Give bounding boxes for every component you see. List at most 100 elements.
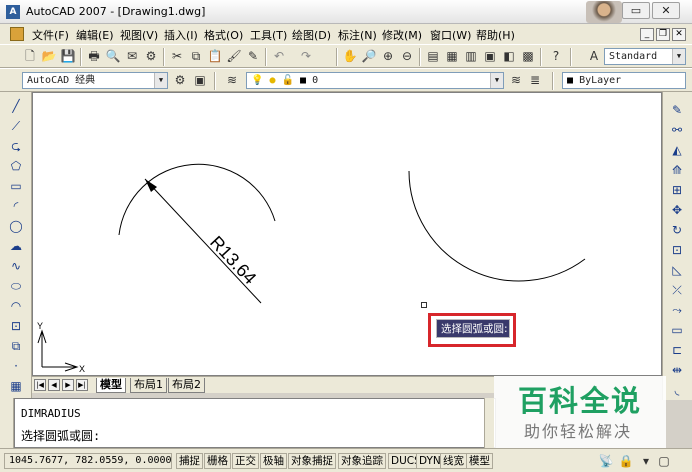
- etransmit-icon[interactable]: ⚙: [143, 48, 159, 64]
- undo-icon[interactable]: ↶: [271, 48, 287, 64]
- polygon-icon[interactable]: ⬠: [8, 158, 24, 174]
- clean-screen-icon[interactable]: ▢: [656, 453, 672, 469]
- chevron-down-icon[interactable]: ▼: [490, 73, 503, 88]
- polar-toggle[interactable]: 极轴: [260, 453, 287, 469]
- menu-view[interactable]: 视图(V): [120, 27, 158, 43]
- stretch-icon[interactable]: ◺: [669, 262, 685, 278]
- coordinate-readout[interactable]: 1045.7677, 782.0559, 0.0000: [4, 453, 172, 469]
- revcloud-icon[interactable]: ☁: [8, 238, 24, 254]
- command-window[interactable]: DIMRADIUS 选择圆弧或圆:: [14, 398, 496, 448]
- first-tab-icon[interactable]: |◀: [34, 379, 46, 391]
- workspace-save-icon[interactable]: ▣: [192, 72, 208, 88]
- chevron-down-icon[interactable]: ▼: [154, 73, 167, 88]
- rectangle-icon[interactable]: ▭: [8, 178, 24, 194]
- lineweight-toggle[interactable]: 线宽: [440, 453, 467, 469]
- command-scrollbar[interactable]: [484, 398, 494, 448]
- ellipse-arc-icon[interactable]: ◠: [8, 298, 24, 314]
- mdi-close-button[interactable]: ✕: [672, 28, 686, 41]
- copy-object-icon[interactable]: ⚯: [669, 122, 685, 138]
- block-editor-icon[interactable]: ✎: [245, 48, 261, 64]
- break-icon[interactable]: ▭: [669, 322, 685, 338]
- ellipse-icon[interactable]: ⬭: [8, 278, 24, 294]
- osnap-toggle[interactable]: 对象捕捉: [288, 453, 336, 469]
- designcenter-icon[interactable]: ▦: [444, 48, 460, 64]
- plot-icon[interactable]: 🖶: [86, 48, 102, 64]
- status-menu-icon[interactable]: ▾: [638, 453, 654, 469]
- arc-entity-right[interactable]: [408, 170, 586, 282]
- menu-draw[interactable]: 绘图(D): [292, 27, 331, 43]
- last-tab-icon[interactable]: ▶|: [76, 379, 88, 391]
- next-tab-icon[interactable]: ▶: [62, 379, 74, 391]
- open-icon[interactable]: 📂: [41, 48, 57, 64]
- menu-window[interactable]: 窗口(W): [430, 27, 471, 43]
- menu-help[interactable]: 帮助(H): [476, 27, 515, 43]
- copy-icon[interactable]: ⧉: [188, 48, 204, 64]
- tab-layout1[interactable]: 布局1: [130, 378, 167, 393]
- close-window-button[interactable]: ✕: [652, 2, 680, 19]
- make-block-icon[interactable]: ⧉: [8, 338, 24, 354]
- insert-block-icon[interactable]: ⊡: [8, 318, 24, 334]
- trim-icon[interactable]: ⤫: [669, 282, 685, 298]
- redo-icon[interactable]: ↷: [298, 48, 314, 64]
- zoom-realtime-icon[interactable]: 🔎: [361, 48, 377, 64]
- sheetset-icon[interactable]: ▣: [482, 48, 498, 64]
- zoom-window-icon[interactable]: ⊕: [380, 48, 396, 64]
- layer-previous-icon[interactable]: ≣: [527, 72, 543, 88]
- menu-modify[interactable]: 修改(M): [382, 27, 422, 43]
- preview-icon[interactable]: 🔍: [105, 48, 121, 64]
- textstyle-icon[interactable]: A: [586, 48, 602, 64]
- rotate-icon[interactable]: ↻: [669, 222, 685, 238]
- minimize-window-button[interactable]: ▭: [622, 2, 650, 19]
- new-icon[interactable]: 🗋: [22, 48, 38, 64]
- menu-insert[interactable]: 插入(I): [164, 27, 198, 43]
- offset-icon[interactable]: ⟰: [669, 162, 685, 178]
- publish-icon[interactable]: ✉: [124, 48, 140, 64]
- line-icon[interactable]: ╱: [8, 98, 24, 114]
- array-icon[interactable]: ⊞: [669, 182, 685, 198]
- lock-icon[interactable]: 🔒: [618, 453, 634, 469]
- pan-icon[interactable]: ✋: [342, 48, 358, 64]
- arc-entity-left[interactable]: [118, 163, 276, 236]
- move-icon[interactable]: ✥: [669, 202, 685, 218]
- properties-icon[interactable]: ▤: [425, 48, 441, 64]
- prev-tab-icon[interactable]: ◀: [48, 379, 60, 391]
- calculator-icon[interactable]: ▩: [520, 48, 536, 64]
- scale-icon[interactable]: ⊡: [669, 242, 685, 258]
- workspace-select[interactable]: AutoCAD 经典 ▼: [22, 72, 168, 89]
- make-current-layer-icon[interactable]: ≋: [508, 72, 524, 88]
- tab-model[interactable]: 模型: [96, 378, 126, 393]
- snap-toggle[interactable]: 捕捉: [176, 453, 203, 469]
- communication-center-icon[interactable]: 📡: [598, 453, 614, 469]
- menu-dimension[interactable]: 标注(N): [338, 27, 377, 43]
- command-prompt[interactable]: 选择圆弧或圆:: [21, 427, 100, 444]
- cut-icon[interactable]: ✂: [169, 48, 185, 64]
- menu-tools[interactable]: 工具(T): [250, 27, 287, 43]
- mirror-icon[interactable]: ◭: [669, 142, 685, 158]
- join-icon[interactable]: ⊏: [669, 342, 685, 358]
- match-properties-icon[interactable]: 🖌: [226, 48, 242, 64]
- text-style-select[interactable]: Standard ▼: [604, 48, 686, 65]
- color-control-select[interactable]: ■ ByLayer: [562, 72, 686, 89]
- spline-icon[interactable]: ∿: [8, 258, 24, 274]
- chamfer-icon[interactable]: ⇹: [669, 362, 685, 378]
- mdi-restore-button[interactable]: ❐: [656, 28, 670, 41]
- chevron-down-icon[interactable]: ▼: [672, 49, 685, 64]
- model-toggle[interactable]: 模型: [466, 453, 493, 469]
- otrack-toggle[interactable]: 对象追踪: [338, 453, 386, 469]
- save-icon[interactable]: 💾: [60, 48, 76, 64]
- menu-format[interactable]: 格式(O): [204, 27, 243, 43]
- tab-layout2[interactable]: 布局2: [168, 378, 205, 393]
- help-icon[interactable]: ?: [548, 48, 564, 64]
- toolpalette-icon[interactable]: ▥: [463, 48, 479, 64]
- erase-icon[interactable]: ✎: [669, 102, 685, 118]
- drawing-canvas[interactable]: R13.64 Y X: [32, 92, 662, 376]
- paste-icon[interactable]: 📋: [207, 48, 223, 64]
- layer-manager-icon[interactable]: ≋: [224, 72, 240, 88]
- document-menu-icon[interactable]: [10, 27, 24, 41]
- arc-icon[interactable]: ◜: [8, 198, 24, 214]
- workspace-settings-icon[interactable]: ⚙: [172, 72, 188, 88]
- ortho-toggle[interactable]: 正交: [232, 453, 259, 469]
- hatch-icon[interactable]: ▦: [8, 378, 24, 394]
- menu-file[interactable]: 文件(F): [32, 27, 69, 43]
- grid-toggle[interactable]: 栅格: [204, 453, 231, 469]
